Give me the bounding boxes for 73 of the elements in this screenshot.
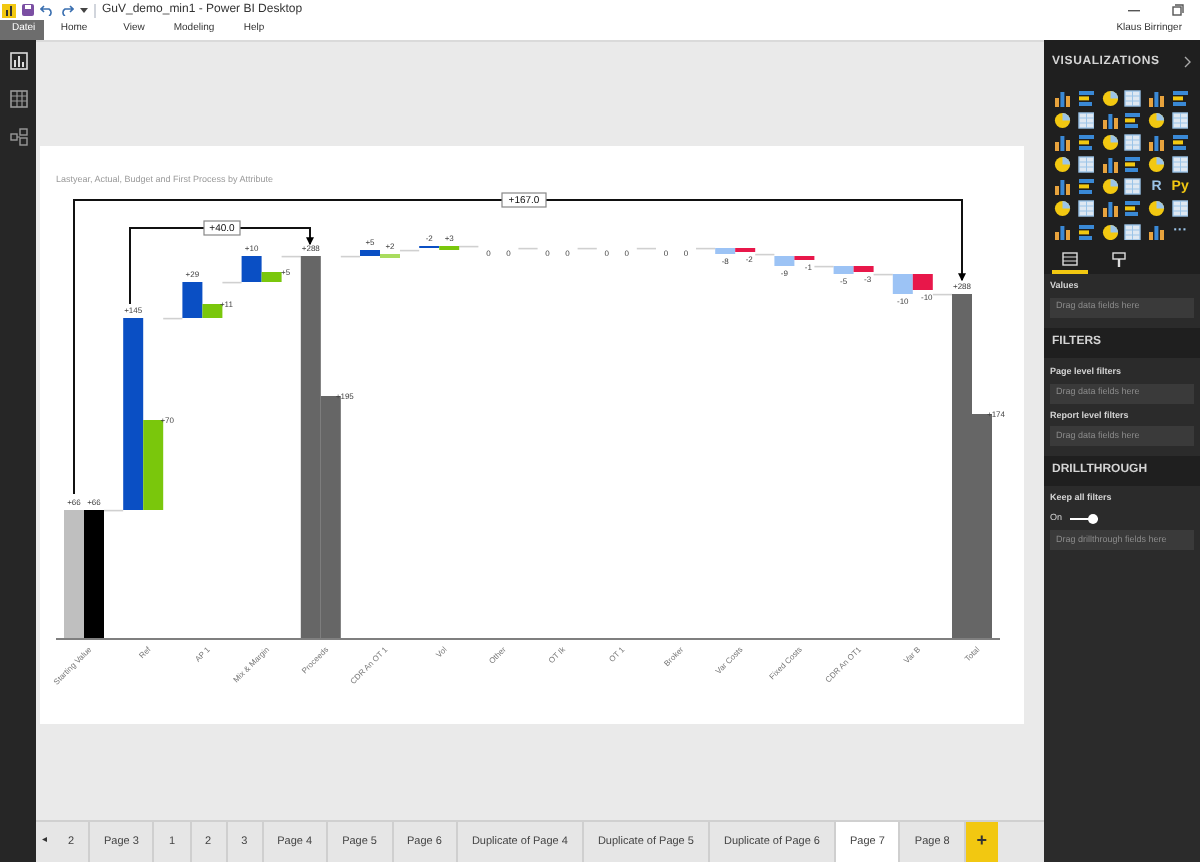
bar-chart-icon[interactable]	[1077, 223, 1095, 241]
table-icon[interactable]	[1124, 134, 1142, 152]
table-icon[interactable]	[1171, 200, 1189, 218]
waterfall-bar	[892, 274, 913, 294]
save-icon[interactable]	[22, 4, 34, 16]
restore-icon[interactable]	[1172, 4, 1184, 16]
app-logo-icon	[2, 3, 16, 17]
bar-chart-icon[interactable]	[1171, 134, 1189, 152]
pie-chart-icon[interactable]	[1148, 112, 1166, 130]
pie-chart-icon[interactable]	[1054, 200, 1071, 218]
table-icon[interactable]	[1124, 223, 1142, 241]
table-icon[interactable]	[1171, 156, 1189, 174]
pie-chart-icon[interactable]	[1101, 178, 1119, 196]
fields-tab[interactable]	[1052, 248, 1088, 275]
table-icon[interactable]	[1077, 156, 1095, 174]
pie-chart-icon[interactable]	[1101, 134, 1119, 152]
pie-chart-icon[interactable]	[1148, 200, 1166, 218]
connector-line	[517, 247, 539, 250]
table-icon[interactable]	[1077, 112, 1095, 130]
pie-chart-icon[interactable]	[1148, 156, 1166, 174]
connector-line	[695, 247, 716, 250]
table-icon[interactable]	[1124, 178, 1142, 196]
waterfall-bar	[84, 510, 104, 638]
dropdown-icon[interactable]	[80, 6, 88, 14]
bar-chart-icon[interactable]	[1171, 90, 1189, 107]
minimize-icon[interactable]	[1128, 4, 1140, 16]
bar-chart-icon[interactable]	[1077, 178, 1095, 196]
report-view-icon[interactable]	[9, 52, 27, 70]
paint-roller-icon	[1111, 251, 1125, 268]
waterfall-bar	[64, 510, 84, 638]
toggle-switch[interactable]	[1070, 513, 1099, 524]
pie-chart-icon[interactable]	[1054, 112, 1071, 130]
table-icon[interactable]	[1171, 112, 1189, 130]
bar-chart-icon[interactable]	[1124, 112, 1142, 130]
column-chart-icon[interactable]	[1101, 200, 1119, 218]
connector-line	[932, 293, 953, 296]
connector-line	[399, 249, 420, 252]
column-chart-icon[interactable]	[1054, 223, 1071, 241]
connector-line	[636, 247, 657, 250]
fields-icon	[1062, 252, 1078, 267]
column-chart-icon[interactable]	[1054, 178, 1071, 196]
column-chart-icon[interactable]	[1054, 134, 1071, 152]
chevron-right-icon[interactable]	[1184, 56, 1192, 68]
connector-line	[103, 509, 124, 512]
connector-line	[280, 255, 302, 258]
connector-line	[872, 273, 894, 276]
column-chart-icon[interactable]	[1101, 156, 1119, 174]
column-chart-icon[interactable]	[1148, 223, 1166, 241]
data-grid-icon[interactable]	[9, 90, 27, 108]
connector-line	[162, 317, 184, 320]
undo-icon[interactable]	[40, 4, 54, 16]
redo-icon[interactable]	[60, 4, 74, 16]
bar-chart-icon[interactable]	[1077, 134, 1095, 152]
pie-chart-icon[interactable]	[1101, 90, 1119, 107]
add-page-button[interactable]: +	[965, 822, 998, 862]
column-chart-icon[interactable]	[1054, 90, 1071, 107]
table-icon[interactable]	[1124, 90, 1142, 107]
connector-line	[576, 247, 598, 250]
model-view-icon[interactable]	[9, 128, 27, 146]
connector-line	[813, 265, 835, 268]
bar-chart-icon[interactable]	[1124, 156, 1142, 174]
column-chart-icon[interactable]	[1148, 134, 1166, 152]
pie-chart-icon[interactable]	[1054, 156, 1071, 174]
table-icon[interactable]	[1077, 200, 1095, 218]
connector-line	[458, 245, 480, 248]
bar-chart-icon[interactable]	[1077, 90, 1095, 107]
connector-line	[221, 281, 243, 284]
column-chart-icon[interactable]	[1101, 112, 1119, 130]
bar-chart-icon[interactable]	[1124, 200, 1142, 218]
pie-chart-icon[interactable]	[1101, 223, 1119, 241]
column-chart-icon[interactable]	[1148, 90, 1166, 107]
connector-line	[754, 253, 776, 256]
connector-line	[340, 255, 361, 258]
